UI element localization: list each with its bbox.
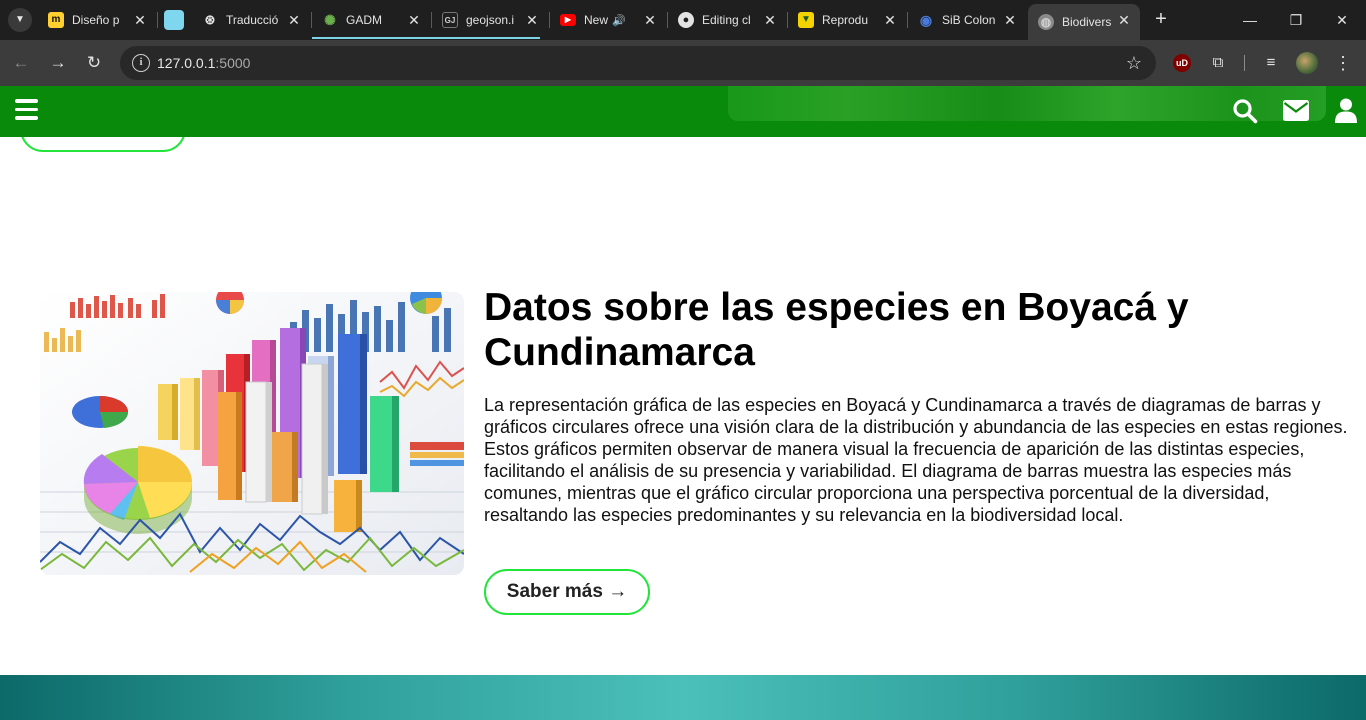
- browser-tab[interactable]: ▶ New 🔊 ✕: [550, 4, 666, 36]
- address-bar[interactable]: i 127.0.0.1:5000 ☆: [120, 46, 1156, 80]
- url-port: :5000: [215, 55, 251, 71]
- feature-title: Datos sobre las especies en Boyacá y Cun…: [484, 286, 1189, 374]
- tab-group-indicator: [312, 37, 540, 39]
- sib-icon: ◉: [919, 12, 933, 28]
- tab-title: GADM: [346, 13, 382, 27]
- forward-arrow-icon[interactable]: →: [47, 52, 69, 74]
- gadm-icon: ✺: [324, 12, 336, 28]
- new-tab-plus-icon[interactable]: +: [1152, 9, 1170, 29]
- profile-avatar[interactable]: [1296, 52, 1318, 74]
- tab-title: Editing cl: [702, 13, 751, 27]
- bookmark-star-icon[interactable]: ☆: [1126, 53, 1142, 74]
- speaker-icon[interactable]: 🔊: [612, 14, 626, 27]
- close-icon[interactable]: ✕: [406, 12, 422, 28]
- close-icon[interactable]: ✕: [524, 12, 540, 28]
- toolbar-divider: [1244, 55, 1245, 71]
- address-url[interactable]: 127.0.0.1:5000: [157, 55, 250, 71]
- geojson-icon: GJ: [442, 12, 458, 28]
- search-icon[interactable]: [1232, 98, 1258, 124]
- extensions-puzzle-icon[interactable]: ⧉: [1207, 52, 1229, 74]
- url-host: 127.0.0.1: [157, 55, 216, 71]
- browser-tab[interactable]: GJ geojson.i ✕: [432, 4, 548, 36]
- ublock-extension-icon[interactable]: uD: [1173, 54, 1191, 72]
- tab-title: geojson.i: [466, 13, 515, 27]
- tab-title: Traducció: [226, 13, 279, 27]
- site-info-icon[interactable]: i: [132, 54, 150, 72]
- tab-title: New: [584, 13, 609, 27]
- tab-title: Reprodu: [822, 13, 869, 27]
- browser-tab[interactable]: ✺ GADM ✕: [312, 4, 430, 36]
- browser-tab[interactable]: ● Editing cl ✕: [668, 4, 786, 36]
- site-header: [0, 86, 1366, 137]
- app-icon: [164, 10, 184, 30]
- globe-icon: ◍: [1038, 14, 1054, 30]
- close-icon[interactable]: ✕: [286, 12, 302, 28]
- charts-illustration: [40, 292, 464, 575]
- media-control-icon[interactable]: ≡: [1260, 52, 1282, 74]
- mail-icon[interactable]: [1283, 100, 1309, 121]
- close-icon[interactable]: ✕: [1116, 12, 1132, 28]
- browser-tab[interactable]: m Diseño p ✕: [38, 4, 156, 36]
- close-icon[interactable]: ✕: [642, 12, 658, 28]
- page-viewport: Saber más →: [0, 86, 1366, 720]
- youtube-icon: ▶: [560, 14, 576, 26]
- close-icon[interactable]: ✕: [882, 12, 898, 28]
- tab-search-chevron-icon[interactable]: ▼: [8, 8, 32, 32]
- close-icon[interactable]: ✕: [132, 12, 148, 28]
- saber-mas-button[interactable]: Saber más →: [484, 569, 650, 615]
- browser-tab[interactable]: [158, 4, 194, 36]
- tab-title: Diseño p: [72, 13, 120, 27]
- browser-toolbar: ← → ↻ i 127.0.0.1:5000 ☆ uD ⧉ ≡ ⋮: [0, 40, 1366, 86]
- footer-band: [0, 675, 1366, 720]
- more-menu-icon[interactable]: ⋮: [1332, 52, 1354, 74]
- tab-title: SiB Colon: [942, 13, 996, 27]
- tab-title: Biodivers: [1062, 15, 1112, 29]
- github-icon: ●: [678, 12, 694, 28]
- back-arrow-icon[interactable]: ←: [10, 52, 32, 74]
- feature-paragraph: La representación gráfica de las especie…: [484, 395, 1348, 525]
- browser-tab[interactable]: ▼ Reprodu ✕: [788, 4, 906, 36]
- restore-icon[interactable]: ❐: [1286, 10, 1306, 30]
- close-icon[interactable]: ✕: [762, 12, 778, 28]
- shield-icon: ▼: [798, 12, 814, 28]
- browser-tab[interactable]: ◉ SiB Colon ✕: [908, 4, 1026, 36]
- reload-icon[interactable]: ↻: [83, 52, 105, 74]
- hamburger-icon[interactable]: [15, 99, 38, 121]
- user-icon[interactable]: [1335, 98, 1357, 123]
- close-icon[interactable]: ✕: [1002, 12, 1018, 28]
- openai-icon: ⊛: [204, 12, 216, 27]
- minimize-icon[interactable]: —: [1240, 10, 1260, 30]
- browser-tab-active[interactable]: ◍ Biodivers ✕: [1028, 4, 1140, 40]
- miro-icon: m: [48, 12, 64, 28]
- browser-tab[interactable]: ⊛ Traducció ✕: [192, 4, 310, 36]
- window-close-icon[interactable]: ✕: [1332, 10, 1352, 30]
- browser-tabstrip: ▼ m Diseño p ✕ ⊛ Traducció ✕ ✺ GADM ✕ GJ…: [0, 0, 1366, 40]
